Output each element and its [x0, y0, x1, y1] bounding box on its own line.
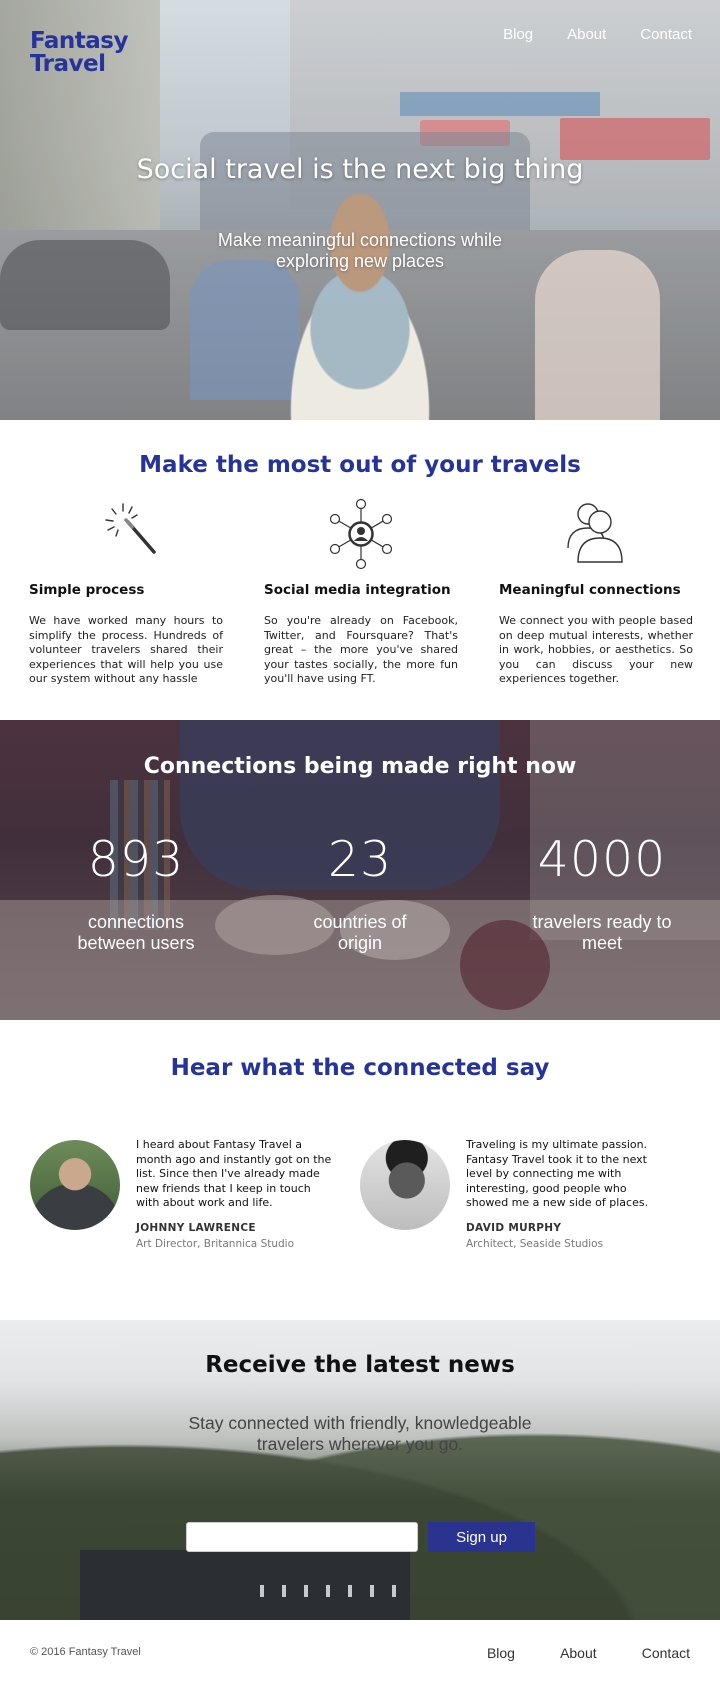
nav-link-blog[interactable]: Blog [503, 26, 533, 43]
feature-title: Simple process [29, 582, 145, 598]
footer-link-contact[interactable]: Contact [642, 1645, 690, 1661]
social-network-icon [329, 498, 393, 570]
nav-link-contact[interactable]: Contact [640, 26, 692, 43]
feature-meaningful-connections: Meaningful connections We connect you wi… [499, 496, 693, 687]
stat-travelers: 4000 travelers ready to meet [502, 830, 702, 954]
testimonial-name: DAVID MURPHY [466, 1222, 562, 1234]
stat-label: connections between users [77, 912, 195, 953]
testimonial-role: Architect, Seaside Studios [466, 1238, 604, 1250]
stat-value: 4000 [537, 831, 667, 888]
email-field[interactable] [186, 1522, 418, 1552]
testimonial-name: JOHNNY LAWRENCE [136, 1222, 256, 1234]
footer-nav: Blog About Contact [447, 1643, 690, 1662]
feature-text: We have worked many hours to simplify th… [29, 614, 223, 686]
users-icon [567, 503, 623, 563]
avatar [360, 1140, 450, 1230]
nav-link-about[interactable]: About [567, 26, 606, 43]
stat-value: 893 [87, 831, 185, 888]
avatar [30, 1140, 120, 1230]
stat-countries: 23 countries of origin [260, 830, 460, 954]
footer-link-blog[interactable]: Blog [487, 1645, 515, 1661]
signup-button[interactable]: Sign up [428, 1522, 535, 1552]
feature-social-media-integration: Social media integration So you're alrea… [264, 496, 458, 687]
brand-logo-line1: Fantasy [30, 28, 128, 54]
testimonials-title: Hear what the connected say [170, 1055, 550, 1081]
footer-link-about[interactable]: About [560, 1645, 597, 1661]
hero-subtitle: Make meaningful connections while explor… [217, 230, 503, 271]
stat-label: travelers ready to meet [532, 912, 672, 953]
magic-wand-icon [105, 503, 156, 554]
testimonial-quote: I heard about Fantasy Travel a month ago… [136, 1138, 332, 1210]
brand-logo-line2: Travel [30, 51, 106, 77]
newsletter-title: Receive the latest news [205, 1352, 515, 1378]
stat-label: countries of origin [313, 912, 407, 953]
feature-simple-process: Simple process We have worked many hours… [29, 496, 223, 687]
footer: © 2016 Fantasy Travel Blog About Contact [0, 1620, 720, 1690]
testimonial-quote: Traveling is my ultimate passion. Fantas… [466, 1138, 649, 1210]
copyright-text: © 2016 Fantasy Travel [30, 1646, 141, 1658]
brand-logo[interactable]: Fantasy Travel [30, 30, 128, 76]
stat-value: 23 [327, 831, 393, 888]
top-nav: Blog About Contact [469, 26, 692, 43]
stat-connections: 893 connections between users [36, 830, 236, 954]
feature-title: Meaningful connections [499, 582, 681, 598]
stats-title: Connections being made right now [143, 754, 577, 779]
feature-text: We connect you with people based on deep… [499, 614, 693, 686]
feature-title: Social media integration [264, 582, 451, 598]
feature-text: So you're already on Facebook, Twitter, … [264, 614, 458, 686]
hero-title: Social travel is the next big thing [136, 154, 584, 185]
testimonial-role: Art Director, Britannica Studio [136, 1238, 295, 1250]
newsletter-subtitle: Stay connected with friendly, knowledgea… [188, 1413, 532, 1454]
features-title: Make the most out of your travels [139, 452, 581, 478]
